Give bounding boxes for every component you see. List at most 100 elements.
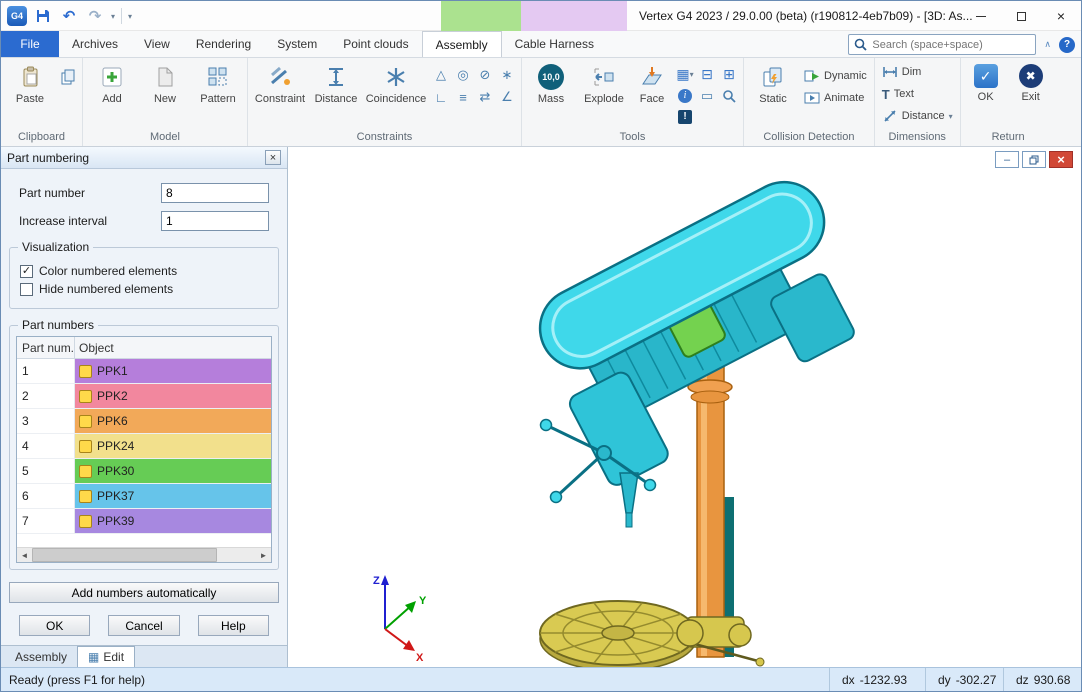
minimize-button[interactable]	[961, 1, 1001, 31]
tab-system[interactable]: System	[264, 31, 330, 57]
group-label-constraints: Constraints	[251, 130, 518, 146]
panel-tab-assembly[interactable]: Assembly	[5, 646, 77, 667]
3d-viewport[interactable]: – ×	[288, 147, 1081, 667]
collapse-tree-icon[interactable]: ⊟	[696, 64, 718, 85]
properties-page-icon[interactable]: ▭	[696, 85, 718, 106]
search-box[interactable]	[848, 34, 1036, 55]
static-button[interactable]: Static	[747, 60, 799, 128]
scrollbar-thumb[interactable]	[32, 548, 217, 562]
tab-archives[interactable]: Archives	[59, 31, 131, 57]
color-numbered-checkbox[interactable]: ✓ Color numbered elements	[20, 264, 268, 278]
mdi-restore-button[interactable]	[1022, 151, 1046, 168]
table-row[interactable]: 3 PPK6	[17, 409, 271, 434]
mdi-close-button[interactable]: ×	[1049, 151, 1073, 168]
animate-button[interactable]: Animate	[800, 88, 871, 108]
table-row[interactable]: 5 PPK30	[17, 459, 271, 484]
row-number: 4	[17, 434, 75, 458]
info-icon[interactable]: i	[674, 85, 696, 106]
add-numbers-automatically-button[interactable]: Add numbers automatically	[9, 582, 279, 603]
distance-constraint-button[interactable]: Distance	[310, 60, 362, 128]
collapse-ribbon-icon[interactable]: ∧	[1044, 39, 1051, 50]
search-input[interactable]	[872, 39, 1030, 51]
part-icon	[79, 415, 92, 428]
increase-interval-input[interactable]	[161, 211, 269, 231]
column-header-part-number[interactable]: Part num...	[17, 337, 75, 358]
face-icon	[639, 64, 665, 90]
part-number-input[interactable]	[161, 183, 269, 203]
mdi-minimize-button[interactable]: –	[995, 151, 1019, 168]
text-button[interactable]: T Text	[878, 84, 957, 104]
scroll-right-icon[interactable]: ►	[256, 548, 271, 562]
table-row[interactable]: 1 PPK1	[17, 359, 271, 384]
row-object: PPK2	[97, 389, 128, 403]
pattern-icon	[205, 64, 231, 90]
angle-constraint-icon[interactable]: ∠	[496, 86, 518, 108]
explode-button[interactable]: Explode	[578, 60, 630, 128]
ok-ribbon-button[interactable]: ✓ OK	[964, 60, 1008, 128]
paste-button[interactable]: Paste	[4, 60, 56, 128]
help-button[interactable]: Help	[198, 615, 269, 636]
constraint-icon	[267, 64, 293, 90]
new-icon	[152, 64, 178, 90]
y-axis-label: Y	[419, 595, 427, 607]
undo-icon[interactable]: ↶	[59, 6, 79, 26]
ok-button[interactable]: OK	[19, 615, 90, 636]
tab-cable-harness[interactable]: Cable Harness	[502, 31, 607, 57]
perpendicular-constraint-icon[interactable]: ∟	[430, 86, 452, 108]
dim-button[interactable]: Dim	[878, 62, 957, 82]
tangent-constraint-icon[interactable]: ⊘	[474, 64, 496, 86]
add-button[interactable]: Add	[86, 60, 138, 128]
panel-header: Part numbering ×	[1, 147, 287, 169]
hide-numbered-checkbox[interactable]: Hide numbered elements	[20, 282, 268, 296]
table-row[interactable]: 2 PPK2	[17, 384, 271, 409]
maximize-button[interactable]	[1001, 1, 1041, 31]
tab-assembly[interactable]: Assembly	[422, 31, 502, 57]
table-row[interactable]: 7 PPK39	[17, 509, 271, 534]
panel-tab-edit[interactable]: ▦Edit	[77, 646, 135, 667]
exit-cross-icon: ✖	[1019, 64, 1043, 88]
copy-icon[interactable]	[57, 66, 79, 88]
dynamic-button[interactable]: Dynamic	[800, 66, 871, 86]
tab-file[interactable]: File	[1, 31, 59, 57]
panel-close-icon[interactable]: ×	[265, 150, 281, 165]
concentric-constraint-icon[interactable]: ◎	[452, 64, 474, 86]
horizontal-scrollbar[interactable]: ◄ ►	[17, 547, 271, 562]
pattern-button[interactable]: Pattern	[192, 60, 244, 128]
tab-point-clouds[interactable]: Point clouds	[330, 31, 421, 57]
row-number: 3	[17, 409, 75, 433]
visualization-group: Visualization ✓ Color numbered elements …	[9, 247, 279, 309]
warning-icon[interactable]: !	[674, 106, 696, 127]
tab-rendering[interactable]: Rendering	[183, 31, 264, 57]
tab-view[interactable]: View	[131, 31, 183, 57]
zoom-tool-icon[interactable]	[718, 85, 740, 106]
redo-dropdown-icon[interactable]: ▾	[111, 12, 115, 21]
help-icon[interactable]: ?	[1059, 37, 1075, 53]
new-button[interactable]: New	[139, 60, 191, 128]
constraint-button[interactable]: Constraint	[251, 60, 309, 128]
swap-constraint-icon[interactable]: ⇄	[474, 86, 496, 108]
cancel-button[interactable]: Cancel	[108, 615, 179, 636]
triangle-constraint-icon[interactable]: △	[430, 64, 452, 86]
part-numbers-label: Part numbers	[18, 318, 98, 332]
expand-tree-icon[interactable]: ⊞	[718, 64, 740, 85]
column-header-object[interactable]: Object	[75, 337, 271, 358]
customize-qat-icon[interactable]: ▾	[128, 12, 132, 21]
table-row[interactable]: 4 PPK24	[17, 434, 271, 459]
mass-button[interactable]: 10,0 Mass	[525, 60, 577, 128]
group-label-model: Model	[86, 130, 244, 146]
assembly-tab-label: Assembly	[15, 650, 67, 664]
parallel-constraint-icon[interactable]: ≡	[452, 86, 474, 108]
exit-ribbon-button[interactable]: ✖ Exit	[1009, 60, 1053, 128]
close-button[interactable]: ×	[1041, 1, 1081, 31]
scroll-left-icon[interactable]: ◄	[17, 548, 32, 562]
coincidence-button[interactable]: Coincidence	[363, 60, 429, 128]
table-view-icon[interactable]: ▦▾	[674, 64, 696, 85]
face-button[interactable]: Face	[631, 60, 673, 128]
symmetry-constraint-icon[interactable]: ∗	[496, 64, 518, 86]
app-window: G4 ↶ ↷ ▾ ▾ Vertex G4 2023 / 29.0.00 (bet…	[0, 0, 1082, 692]
distance-dim-button[interactable]: Distance ▾	[878, 106, 957, 126]
table-row[interactable]: 6 PPK37	[17, 484, 271, 509]
save-icon[interactable]	[33, 6, 53, 26]
redo-icon[interactable]: ↷	[85, 6, 105, 26]
part-icon	[79, 490, 92, 503]
